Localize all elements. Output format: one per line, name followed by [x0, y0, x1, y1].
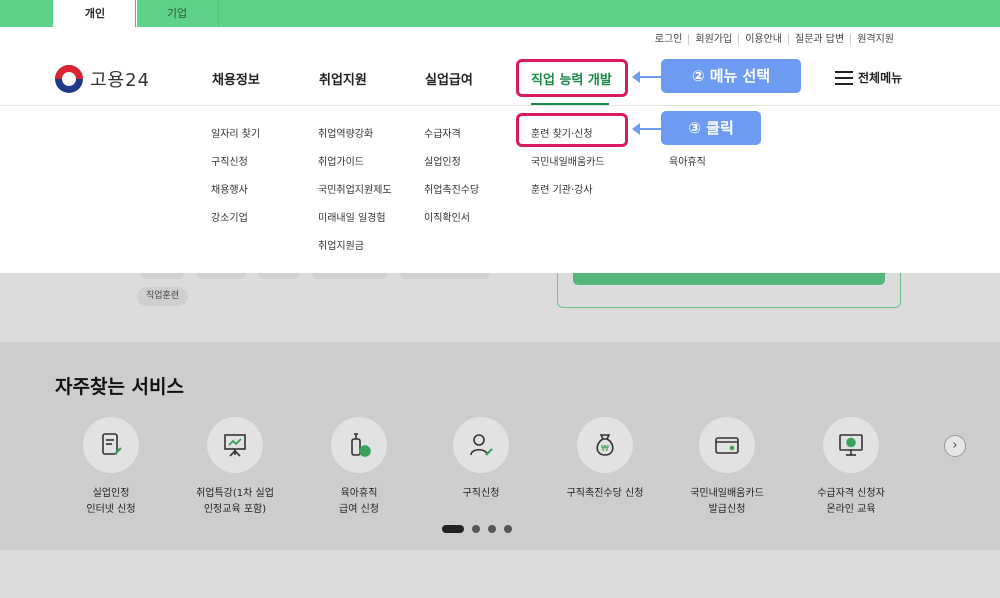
search-panel: [557, 273, 901, 308]
service-label: 육아휴직 급여 신청: [339, 488, 379, 515]
submenu-item[interactable]: 국민취업지원제도: [318, 181, 392, 196]
signup-link[interactable]: 회원가입: [688, 34, 738, 45]
submenu-item[interactable]: 미래내일 일경험: [318, 209, 386, 224]
submenu-item[interactable]: 취업역량강화: [318, 125, 373, 140]
submenu-item[interactable]: 일자리 찾기: [211, 125, 260, 140]
service-label: 수급자격 신청자 온라인 교육: [817, 488, 885, 515]
card-icon: [699, 417, 755, 473]
pagination-dot[interactable]: [472, 525, 480, 533]
submenu-item[interactable]: 실업인정: [424, 153, 461, 168]
submenu-item[interactable]: 채용행사: [211, 181, 248, 196]
submenu-item[interactable]: 이직확인서: [424, 209, 470, 224]
site-logo[interactable]: 고용24: [55, 65, 150, 93]
utility-links: 로그인 회원가입 이용안내 질문과 답변 원격지원: [649, 34, 900, 45]
document-pen-icon: [83, 417, 139, 473]
submenu-item[interactable]: 국민내일배움카드: [531, 153, 605, 168]
highlight-box-menu: [516, 59, 628, 97]
arrow-to-menu: [632, 71, 662, 83]
submenu-item[interactable]: 강소기업: [211, 209, 248, 224]
callout-step2: ② 메뉴 선택: [661, 59, 801, 93]
submenu-item[interactable]: 수급자격: [424, 125, 461, 140]
taegeuk-logo-icon: [55, 65, 83, 93]
arrow-to-training: [632, 123, 662, 135]
monitor-play-icon: [823, 417, 879, 473]
logo-text: 고용24: [90, 70, 151, 91]
submenu-item[interactable]: 훈련 기관·강사: [531, 181, 593, 196]
service-item[interactable]: 구직신청: [421, 417, 541, 502]
submenu-item[interactable]: 취업가이드: [318, 153, 364, 168]
service-item[interactable]: 수급자격 신청자 온라인 교육: [791, 417, 911, 518]
service-item[interactable]: ₩ 구직촉진수당 신청: [545, 417, 665, 502]
service-label: 실업인정 인터넷 신청: [86, 488, 136, 515]
site-header: 로그인 회원가입 이용안내 질문과 답변 원격지원 고용24 채용정보 취업지원…: [0, 27, 1000, 273]
gnb-employment-support[interactable]: 취업지원: [319, 69, 367, 88]
frequent-services-section: 자주찾는 서비스 실업인정 인터넷 신청 취업특강(1차 실업 인정교육 포함)…: [0, 342, 1000, 550]
submenu-item[interactable]: 취업지원금: [318, 237, 364, 252]
service-item[interactable]: 취업특강(1차 실업 인정교육 포함): [175, 417, 295, 518]
callout-step3: ③ 클릭: [661, 111, 761, 145]
submenu-item[interactable]: 구직신청: [211, 153, 248, 168]
tab-business[interactable]: 기업: [135, 0, 219, 27]
all-menu-label: 전체메뉴: [858, 71, 903, 85]
carousel-pagination: [442, 525, 520, 533]
service-label: 구직촉진수당 신청: [566, 488, 644, 499]
svg-text:₩: ₩: [601, 444, 609, 453]
service-label: 구직신청: [462, 488, 500, 499]
presentation-board-icon: [207, 417, 263, 473]
header-divider: [0, 105, 1000, 106]
service-item[interactable]: 실업인정 인터넷 신청: [51, 417, 171, 518]
service-item[interactable]: 국민내일배움카드 발급신청: [667, 417, 787, 518]
pagination-dot[interactable]: [504, 525, 512, 533]
remote-support-link[interactable]: 원격지원: [850, 34, 900, 45]
carousel-next-button[interactable]: ›: [944, 435, 966, 457]
guide-link[interactable]: 이용안내: [738, 34, 788, 45]
highlight-box-training: [516, 113, 628, 147]
service-label: 국민내일배움카드 발급신청: [690, 488, 764, 515]
submenu-item[interactable]: 취업촉진수당: [424, 181, 479, 196]
qna-link[interactable]: 질문과 답변: [788, 34, 850, 45]
hamburger-icon: [835, 70, 853, 85]
person-pen-icon: [453, 417, 509, 473]
money-bag-won-icon: ₩: [577, 417, 633, 473]
pagination-dot-active[interactable]: [442, 525, 464, 533]
submenu-item[interactable]: 육아휴직: [669, 153, 706, 168]
page-bottom: [0, 550, 1000, 598]
section-title: 자주찾는 서비스: [55, 376, 184, 398]
all-menu-button[interactable]: 전체메뉴: [835, 69, 902, 86]
login-link[interactable]: 로그인: [649, 34, 689, 45]
service-item[interactable]: 육아휴직 급여 신청: [299, 417, 419, 518]
pagination-dot[interactable]: [488, 525, 496, 533]
tab-personal[interactable]: 개인: [53, 0, 137, 27]
gnb-unemployment-benefit[interactable]: 실업급여: [425, 69, 473, 88]
top-tab-bar: 개인 기업: [0, 0, 1000, 27]
keyword-tag-training[interactable]: 직업훈련: [137, 287, 189, 306]
baby-bottle-won-icon: [331, 417, 387, 473]
search-button-bar[interactable]: [573, 273, 885, 285]
gnb-job-info[interactable]: 채용정보: [212, 69, 260, 88]
service-label: 취업특강(1차 실업 인정교육 포함): [196, 488, 274, 515]
